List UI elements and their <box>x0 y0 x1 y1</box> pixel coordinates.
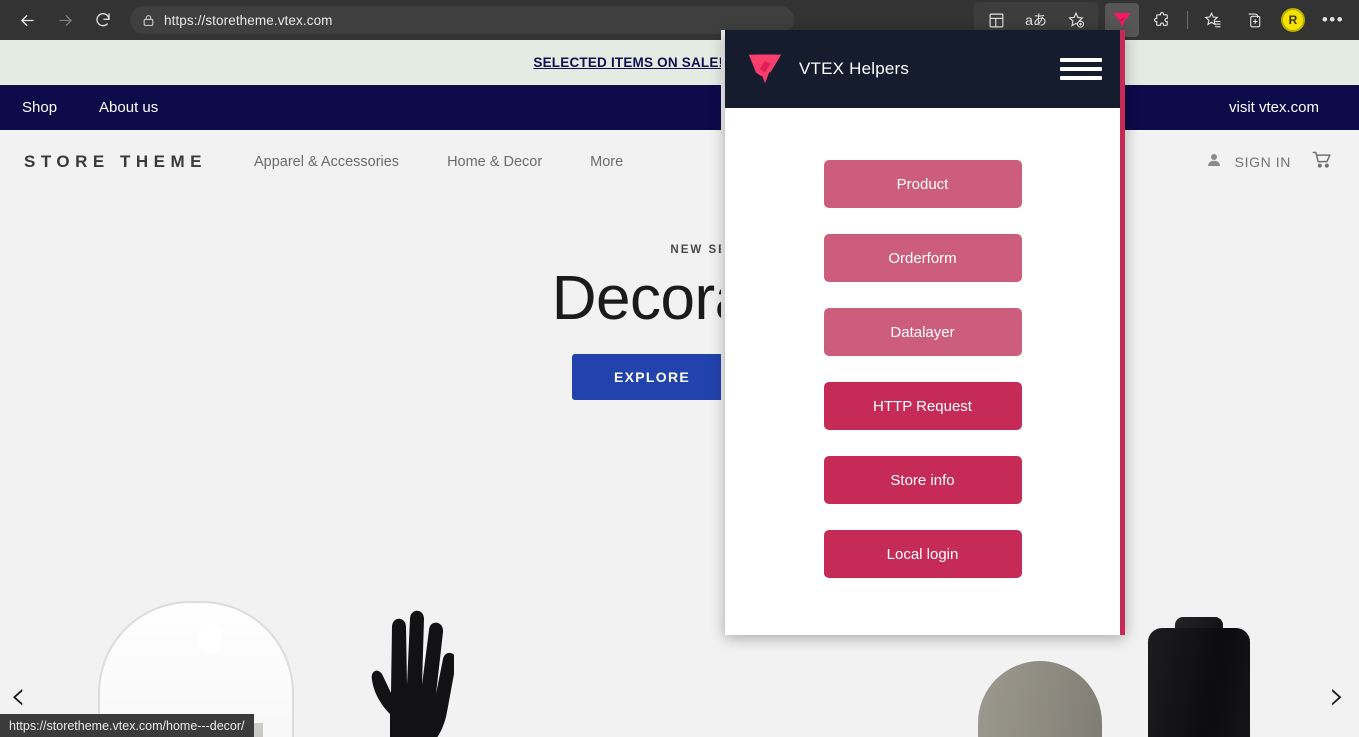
forward-button[interactable] <box>48 3 82 37</box>
explore-button[interactable]: EXPLORE <box>571 354 732 400</box>
carousel-next-arrow[interactable]: › <box>1329 676 1345 716</box>
extensions-puzzle-icon[interactable] <box>1145 3 1179 37</box>
status-bar-url: https://storetheme.vtex.com/home---decor… <box>0 714 254 737</box>
carousel-prev-arrow[interactable]: ‹ <box>10 676 26 716</box>
back-button[interactable] <box>10 3 44 37</box>
web-page-content: SELECTED ITEMS ON SALE! CHECK IT OUT Sho… <box>0 40 1359 737</box>
product-olive-vase <box>978 661 1102 737</box>
glass-highlight <box>198 623 222 655</box>
top-nav-links: Shop About us <box>0 99 158 116</box>
product-black-hand-sculpture <box>350 596 457 737</box>
nav-item-home-decor[interactable]: Home & Decor <box>447 154 542 170</box>
nav-item-shop[interactable]: Shop <box>22 99 57 116</box>
toolbar-divider <box>1187 11 1188 29</box>
profile-avatar[interactable]: R <box>1276 3 1310 37</box>
nav-item-about-us[interactable]: About us <box>99 99 158 116</box>
local-login-button[interactable]: Local login <box>823 530 1022 578</box>
store-info-button[interactable]: Store info <box>823 456 1022 504</box>
reload-button[interactable] <box>86 3 120 37</box>
avatar-initial: R <box>1281 8 1305 32</box>
vtex-helpers-popup: VTEX Helpers Product Orderform Datalayer… <box>725 30 1125 635</box>
collections-icon[interactable] <box>1236 3 1270 37</box>
sign-in-label: SIGN IN <box>1234 154 1291 170</box>
datalayer-button[interactable]: Datalayer <box>823 308 1022 356</box>
product-button[interactable]: Product <box>823 160 1022 208</box>
http-request-button[interactable]: HTTP Request <box>823 382 1022 430</box>
nav-item-visit-vtex[interactable]: visit vtex.com <box>1229 99 1319 116</box>
browser-toolbar: https://storetheme.vtex.com aあ R ••• <box>0 0 1359 40</box>
nav-item-more[interactable]: More <box>590 154 623 170</box>
top-navigation-bar: Shop About us visit vtex.com <box>0 85 1359 130</box>
promo-bar: SELECTED ITEMS ON SALE! CHECK IT OUT <box>0 40 1359 85</box>
settings-more-icon[interactable]: ••• <box>1316 3 1350 37</box>
navigation-buttons <box>0 3 120 37</box>
orderform-button[interactable]: Orderform <box>823 234 1022 282</box>
popup-button-list: Product Orderform Datalayer HTTP Request… <box>725 108 1120 635</box>
store-header: STORE THEME Apparel & Accessories Home &… <box>0 130 1359 194</box>
sign-in-button[interactable]: SIGN IN <box>1205 151 1291 174</box>
person-icon <box>1205 151 1223 174</box>
hero-carousel: NEW SECTION Decorate EXPLORE ‹ › <box>0 194 1359 737</box>
url-text: https://storetheme.vtex.com <box>164 12 333 28</box>
store-logo[interactable]: STORE THEME <box>24 152 207 172</box>
vtex-logo-icon <box>747 52 783 86</box>
popup-title: VTEX Helpers <box>799 59 910 78</box>
store-header-actions: SIGN IN <box>1205 149 1333 175</box>
nav-item-apparel-accessories[interactable]: Apparel & Accessories <box>254 154 399 170</box>
lock-icon <box>142 13 155 28</box>
store-main-nav: Apparel & Accessories Home & Decor More <box>254 154 623 170</box>
hero-copy: NEW SECTION Decorate EXPLORE <box>0 244 1359 400</box>
popup-header: VTEX Helpers <box>725 30 1120 108</box>
hamburger-menu-icon[interactable] <box>1060 55 1102 83</box>
shopping-cart-icon[interactable] <box>1311 149 1333 175</box>
address-bar[interactable]: https://storetheme.vtex.com <box>130 6 794 34</box>
favorites-list-icon[interactable] <box>1196 3 1230 37</box>
product-black-bottle-vase <box>1148 628 1250 737</box>
